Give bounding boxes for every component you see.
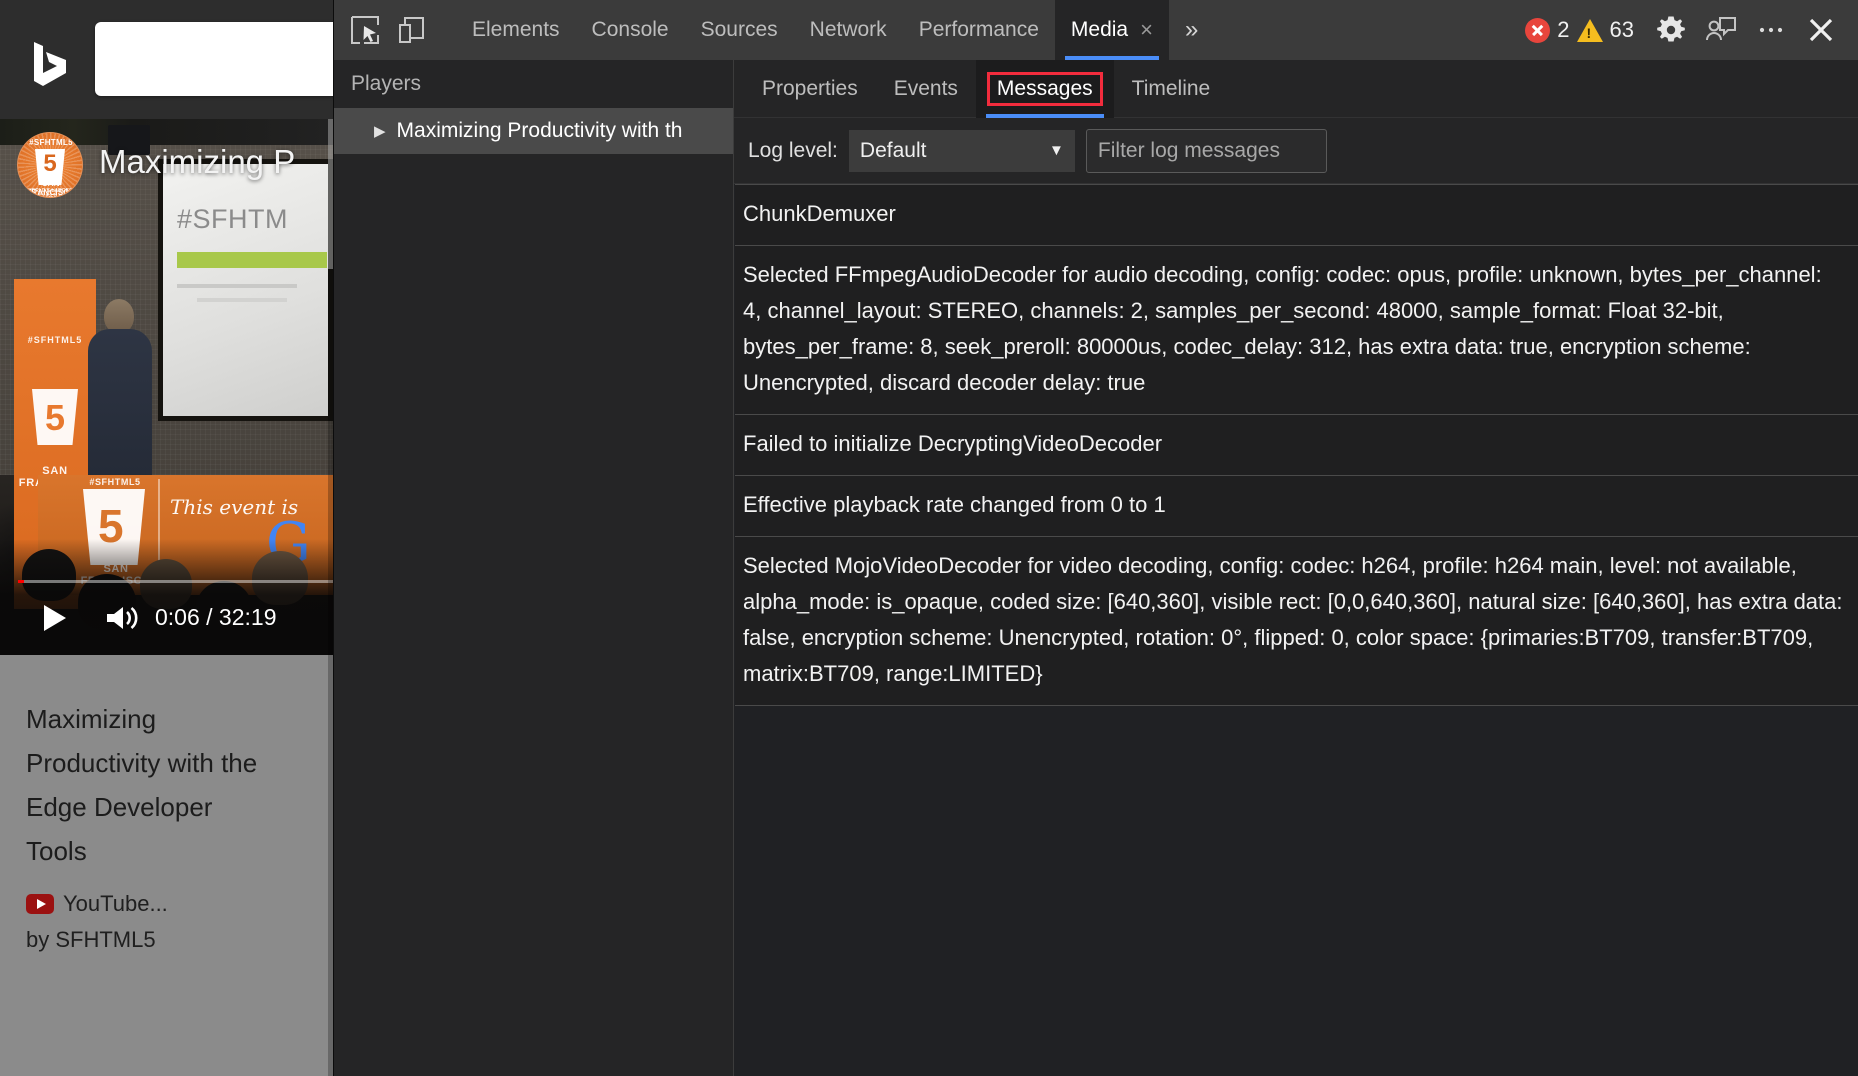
- video-frame-image: #SFHTM #SFHTML5 5 SAN FRANCISCO #SFHTML5…: [0, 119, 333, 655]
- player-list-item-label: Maximizing Productivity with th: [396, 119, 683, 142]
- tab-label: Timeline: [1131, 76, 1211, 100]
- tab-label: Elements: [472, 18, 560, 41]
- tab-label: Messages: [986, 71, 1103, 106]
- messages-list[interactable]: ChunkDemuxer Selected FFmpegAudioDecoder…: [734, 184, 1858, 1076]
- send-feedback-icon: [1706, 17, 1736, 41]
- expand-triangle-icon[interactable]: ▶: [374, 122, 386, 140]
- tab-performance[interactable]: Performance: [903, 0, 1055, 60]
- slide-line-2: [197, 298, 287, 302]
- web-page-content: #SFHTM #SFHTML5 5 SAN FRANCISCO #SFHTML5…: [0, 0, 333, 1076]
- bing-logo-icon[interactable]: [30, 40, 70, 88]
- chevron-down-icon: ▼: [1049, 142, 1064, 159]
- feedback-button[interactable]: [1698, 7, 1744, 53]
- more-tabs-chevron-icon[interactable]: »: [1169, 16, 1214, 44]
- search-input[interactable]: [95, 22, 333, 96]
- banner-shield-five: 5: [44, 397, 66, 438]
- tab-label: Events: [893, 76, 958, 100]
- tab-messages[interactable]: Messages: [975, 60, 1114, 118]
- settings-button[interactable]: [1648, 7, 1694, 53]
- message-row: ChunkDemuxer: [735, 184, 1858, 246]
- devtools-tab-strip: Elements Console Sources Network Perform…: [456, 0, 1214, 60]
- slide-line-1: [177, 284, 297, 288]
- tab-label: Performance: [918, 18, 1039, 41]
- players-panel: Players ▶ Maximizing Productivity with t…: [334, 60, 734, 1076]
- filter-log-messages-input[interactable]: [1085, 128, 1327, 173]
- devtools-body: Players ▶ Maximizing Productivity with t…: [334, 60, 1858, 1076]
- close-icon[interactable]: ×: [1140, 19, 1153, 41]
- lower-top-text: #SFHTML5: [89, 477, 141, 487]
- play-button[interactable]: [44, 605, 66, 631]
- message-row: Failed to initialize DecryptingVideoDeco…: [735, 415, 1858, 476]
- video-projection-screen: #SFHTM: [158, 159, 333, 421]
- video-result-card: Maximizing Productivity with the Edge De…: [0, 655, 333, 1076]
- video-controls: 0:06 / 32:19: [0, 595, 333, 641]
- video-title-overlay: Maximizing P: [99, 143, 296, 180]
- more-options-button[interactable]: [1748, 7, 1794, 53]
- card-author: by SFHTML5: [26, 927, 156, 952]
- close-devtools-button[interactable]: [1798, 7, 1844, 53]
- tab-sources[interactable]: Sources: [685, 0, 794, 60]
- tab-label: Media: [1070, 18, 1129, 41]
- inspect-element-icon: [351, 16, 379, 44]
- message-row: Selected MojoVideoDecoder for video deco…: [735, 537, 1858, 706]
- bing-header: [0, 0, 333, 119]
- youtube-icon: [26, 894, 54, 914]
- sfhtml5-channel-badge: #SFHTML5 5 SAN FRANCISCO WORLD'S LARGEST…: [17, 132, 83, 198]
- tab-media[interactable]: Media ×: [1054, 0, 1169, 60]
- tab-events[interactable]: Events: [876, 60, 976, 118]
- video-time-display: 0:06 / 32:19: [155, 604, 277, 630]
- more-options-icon: [1759, 27, 1783, 33]
- card-source-label: YouTube...: [63, 891, 168, 916]
- error-count: 2: [1557, 17, 1570, 42]
- warning-count: 63: [1609, 17, 1634, 42]
- error-icon: [1525, 17, 1551, 43]
- device-toolbar-icon: [399, 17, 424, 43]
- close-icon: [1809, 18, 1833, 42]
- log-level-label: Log level:: [748, 138, 838, 162]
- speaker-head: [104, 299, 134, 333]
- volume-icon[interactable]: [105, 604, 145, 632]
- video-progress-bar[interactable]: [18, 580, 333, 583]
- log-controls-bar: Log level: Default ▼: [734, 118, 1858, 184]
- tab-label: Properties: [762, 76, 858, 100]
- badge-shield-five: 5: [43, 150, 57, 177]
- devtools-toolbar-icons: [342, 7, 434, 53]
- devtools-panel: Elements Console Sources Network Perform…: [333, 0, 1858, 1076]
- tab-elements[interactable]: Elements: [456, 0, 576, 60]
- log-level-value: Default: [859, 138, 927, 162]
- player-list-item[interactable]: ▶ Maximizing Productivity with th: [334, 108, 733, 154]
- message-row: Selected FFmpegAudioDecoder for audio de…: [735, 246, 1858, 415]
- media-tab-strip: Properties Events Messages Timeline: [734, 60, 1858, 118]
- inspect-element-button[interactable]: [342, 7, 388, 53]
- device-toolbar-button[interactable]: [388, 7, 434, 53]
- video-speaker-person: [88, 299, 152, 489]
- media-panel: Properties Events Messages Timeline Log …: [734, 60, 1858, 1076]
- devtools-main-toolbar: Elements Console Sources Network Perform…: [334, 0, 1858, 60]
- tab-console[interactable]: Console: [576, 0, 685, 60]
- message-row: Effective playback rate changed from 0 t…: [735, 476, 1858, 537]
- issue-counters[interactable]: 2 63: [1525, 17, 1634, 43]
- gear-icon: [1657, 16, 1685, 42]
- tab-label: Network: [809, 18, 887, 41]
- badge-bottom-subtext: WORLD'S LARGEST HTML5 USER GROUP: [25, 188, 77, 198]
- tab-network[interactable]: Network: [794, 0, 903, 60]
- speaker-body: [88, 329, 152, 489]
- tab-properties[interactable]: Properties: [744, 60, 876, 118]
- slide-green-bar: [177, 252, 327, 268]
- badge-top-text: #SFHTML5: [29, 138, 73, 147]
- tab-label: Sources: [700, 18, 778, 41]
- banner-top-text: #SFHTML5: [27, 335, 83, 345]
- card-source: YouTube...: [26, 891, 168, 917]
- tab-timeline[interactable]: Timeline: [1114, 60, 1229, 118]
- card-title: Maximizing Productivity with the Edge De…: [26, 704, 258, 866]
- devtools-toolbar-right: 2 63: [1525, 0, 1844, 60]
- log-level-dropdown[interactable]: Default ▼: [848, 129, 1075, 172]
- video-progress-fill: [18, 580, 25, 583]
- slide-hashtag: #SFHTM: [177, 204, 288, 234]
- tab-label: Console: [591, 18, 669, 41]
- players-header: Players: [334, 60, 733, 108]
- video-player[interactable]: #SFHTM #SFHTML5 5 SAN FRANCISCO #SFHTML5…: [0, 119, 333, 655]
- warning-icon: [1576, 18, 1603, 42]
